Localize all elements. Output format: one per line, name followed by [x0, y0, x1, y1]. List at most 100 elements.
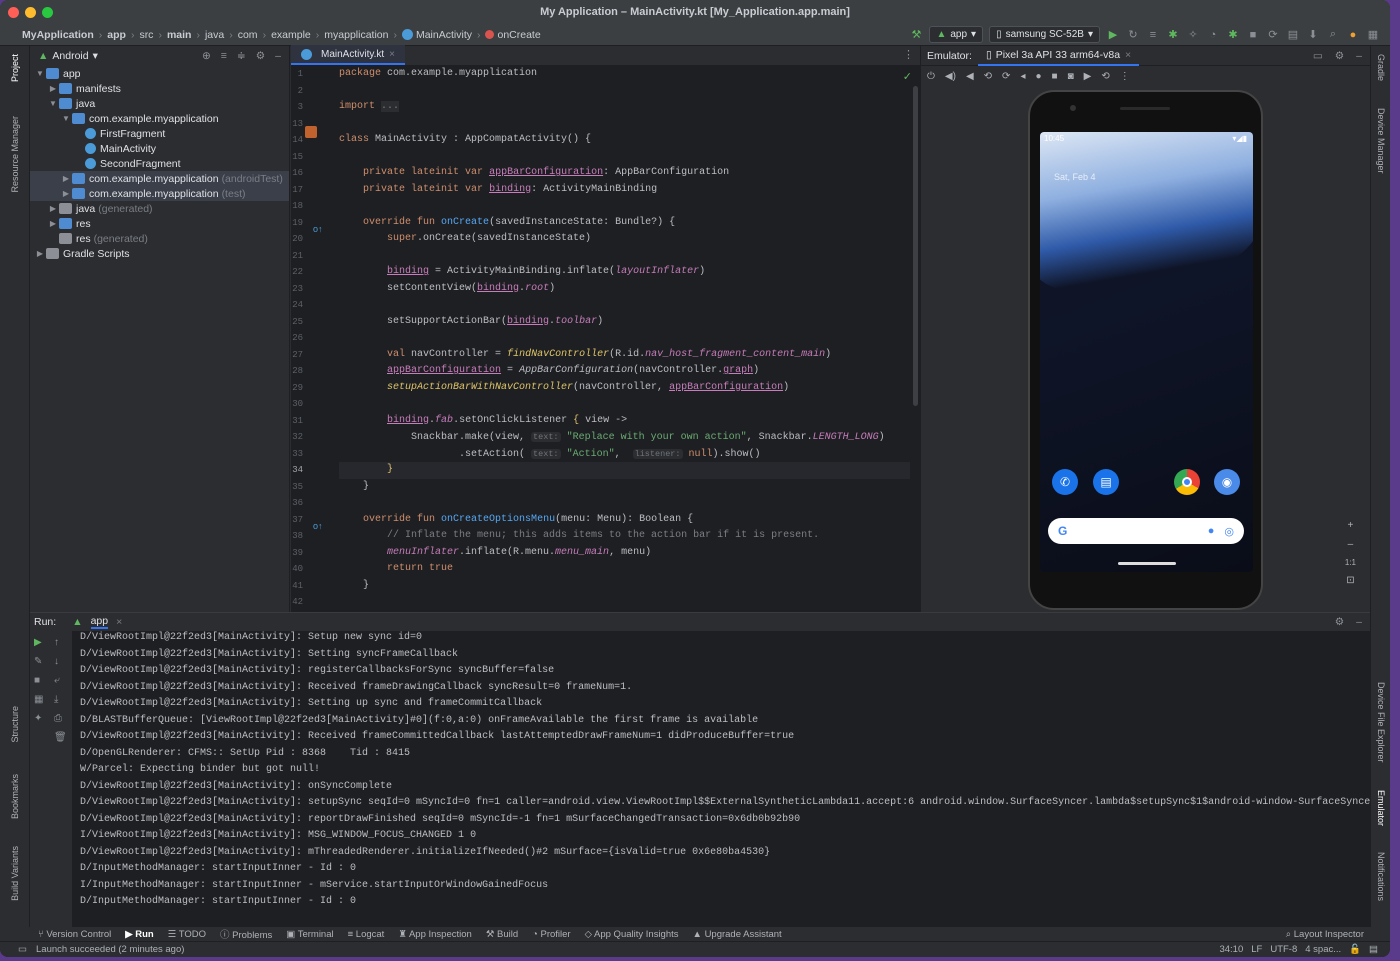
line-number[interactable]: 15 — [291, 149, 335, 166]
project-tree-item[interactable]: SecondFragment — [30, 156, 289, 171]
mic-icon[interactable]: ● — [1208, 525, 1215, 538]
editor-tab-mainactivity[interactable]: MainActivity.kt × — [291, 45, 406, 65]
fit-screen-icon[interactable]: ⊡ — [1346, 575, 1354, 586]
chrome-app-icon[interactable] — [1174, 469, 1200, 495]
line-number[interactable]: 36 — [291, 495, 335, 512]
override-gutter-icon[interactable]: o↑ — [313, 224, 323, 234]
print-icon[interactable]: ⎙ — [54, 713, 67, 724]
device-manager-icon[interactable]: ▤ — [1286, 28, 1300, 42]
project-tree-item[interactable]: ▶ java (generated) — [30, 201, 289, 216]
project-tree-item[interactable]: ▶ com.example.myapplication (test) — [30, 186, 289, 201]
line-number[interactable]: 34 — [291, 462, 335, 479]
volume-up-icon[interactable]: ◀) — [945, 71, 956, 82]
line-number[interactable]: 2 — [291, 83, 335, 100]
lens-icon[interactable]: ◎ — [1224, 525, 1234, 538]
stop-icon[interactable]: ■ — [1246, 28, 1260, 42]
scroll-up-icon[interactable]: ↑ — [54, 637, 67, 648]
chevron-right-icon[interactable]: ▶ — [47, 84, 59, 93]
line-number[interactable]: 32 — [291, 429, 335, 446]
editor-scrollbar[interactable] — [913, 86, 918, 406]
tool-todo[interactable]: ☰ TODO — [168, 929, 206, 940]
line-number[interactable]: 29 — [291, 380, 335, 397]
line-number[interactable]: 33 — [291, 446, 335, 463]
hide-panel-icon[interactable]: – — [1356, 50, 1362, 62]
more-icon[interactable]: ⋮ — [897, 48, 920, 65]
line-number[interactable]: 26 — [291, 330, 335, 347]
zoom-in-button[interactable]: + — [1348, 520, 1354, 531]
line-number[interactable]: 27 — [291, 347, 335, 364]
activity-gutter-icon[interactable] — [305, 126, 317, 138]
project-tree-item[interactable]: ▶ res — [30, 216, 289, 231]
stop-icon[interactable]: ■ — [34, 675, 43, 686]
zoom-out-button[interactable]: – — [1348, 539, 1354, 550]
chevron-right-icon[interactable]: ▶ — [60, 189, 72, 198]
gear-icon[interactable]: ⚙ — [1335, 616, 1344, 628]
more-icon[interactable]: ⋮ — [1120, 71, 1130, 82]
tool-profiler[interactable]: ◔ Profiler — [532, 929, 570, 940]
line-number[interactable]: 24 — [291, 297, 335, 314]
tool-tab-device-manager[interactable]: Device Manager — [1376, 108, 1386, 174]
pin-icon[interactable]: ✦ — [34, 713, 43, 724]
apply-changes-icon[interactable]: ↻ — [1126, 28, 1140, 42]
trash-icon[interactable]: 🗑 — [54, 732, 67, 743]
tool-tab-resource-manager[interactable]: Resource Manager — [10, 116, 20, 193]
breadcrumb-module[interactable]: app — [107, 29, 126, 41]
chevron-down-icon[interactable]: ▼ — [47, 99, 59, 108]
tool-app-quality-insights[interactable]: ◇ App Quality Insights — [585, 929, 679, 940]
line-number[interactable]: 3 — [291, 99, 335, 116]
tool-tab-device-file-explorer[interactable]: Device File Explorer — [1376, 682, 1386, 763]
volume-down-icon[interactable]: ◀ — [966, 71, 974, 82]
tool-upgrade-assistant[interactable]: ▲ Upgrade Assistant — [693, 929, 782, 940]
project-tree-item[interactable]: ▼ com.example.myapplication — [30, 111, 289, 126]
close-icon[interactable]: × — [1125, 49, 1131, 61]
device-selector[interactable]: ▯ samsung SC-52B ▾ — [989, 26, 1100, 43]
line-number[interactable]: 28 — [291, 363, 335, 380]
zoom-actual-button[interactable]: 1:1 — [1345, 558, 1356, 567]
memory-icon[interactable]: ▤ — [1369, 944, 1378, 955]
line-number[interactable]: 41 — [291, 578, 335, 595]
update-icon[interactable]: ● — [1346, 28, 1360, 42]
project-tree-item[interactable]: ▶ Gradle Scripts — [30, 246, 289, 261]
run-tab-app[interactable]: app — [90, 615, 109, 629]
breadcrumb-com[interactable]: com — [238, 29, 258, 41]
tool-run[interactable]: ▶ Run — [125, 929, 153, 940]
scroll-down-icon[interactable]: ↓ — [54, 656, 67, 667]
debug-icon[interactable]: ✱ — [1166, 28, 1180, 42]
panel-toggle-icon[interactable]: ▭ — [18, 944, 27, 955]
close-window-button[interactable] — [8, 7, 19, 18]
apply-code-changes-icon[interactable]: ≡ — [1146, 28, 1160, 42]
project-tree-item[interactable]: MainActivity — [30, 141, 289, 156]
settings-icon[interactable]: ▦ — [1366, 28, 1380, 42]
expand-all-icon[interactable]: ≡ — [221, 50, 227, 62]
chevron-down-icon[interactable]: ▼ — [60, 114, 72, 123]
line-number[interactable]: 42 — [291, 594, 335, 611]
window-mode-icon[interactable]: ▭ — [1313, 50, 1323, 62]
tool-tab-project[interactable]: Project — [10, 54, 20, 82]
snapshot-icon[interactable]: ⟲ — [1101, 71, 1109, 82]
line-number[interactable]: 23 — [291, 281, 335, 298]
close-icon[interactable]: × — [389, 49, 395, 60]
tool-version-control[interactable]: ⑂ Version Control — [38, 929, 111, 940]
line-number[interactable]: 39 — [291, 545, 335, 562]
project-tree-item[interactable]: FirstFragment — [30, 126, 289, 141]
tool-tab-build-variants[interactable]: Build Variants — [10, 846, 20, 901]
tool-tab-notifications[interactable]: Notifications — [1376, 852, 1386, 901]
rotate-left-icon[interactable]: ⟲ — [984, 71, 992, 82]
line-separator[interactable]: LF — [1251, 944, 1262, 955]
tool-layout-inspector[interactable]: ⌕ Layout Inspector — [1286, 929, 1370, 940]
tool-tab-gradle[interactable]: Gradle — [1376, 54, 1386, 81]
google-search-bar[interactable]: G ● ◎ — [1048, 518, 1244, 544]
tool-logcat[interactable]: ≡ Logcat — [348, 929, 385, 940]
project-tree-item[interactable]: ▼ java — [30, 96, 289, 111]
back-icon[interactable]: ◂ — [1020, 71, 1025, 82]
device-screen[interactable]: 10:45 ▾◢▮ Sat, Feb 4 ✆ ▤ ◉ G ● ◎ — [1040, 132, 1253, 572]
tool-tab-emulator[interactable]: Emulator — [1376, 790, 1386, 826]
sdk-manager-icon[interactable]: ⬇ — [1306, 28, 1320, 42]
line-number[interactable]: 35 — [291, 479, 335, 496]
line-number[interactable]: 30 — [291, 396, 335, 413]
breadcrumb-method[interactable]: onCreate — [497, 29, 540, 41]
hide-panel-icon[interactable]: – — [1356, 616, 1362, 628]
tool-app-inspection[interactable]: ♜ App Inspection — [398, 929, 472, 940]
project-tree-item[interactable]: ▶ com.example.myapplication (androidTest) — [30, 171, 289, 186]
rerun-icon[interactable]: ▶ — [34, 637, 43, 648]
